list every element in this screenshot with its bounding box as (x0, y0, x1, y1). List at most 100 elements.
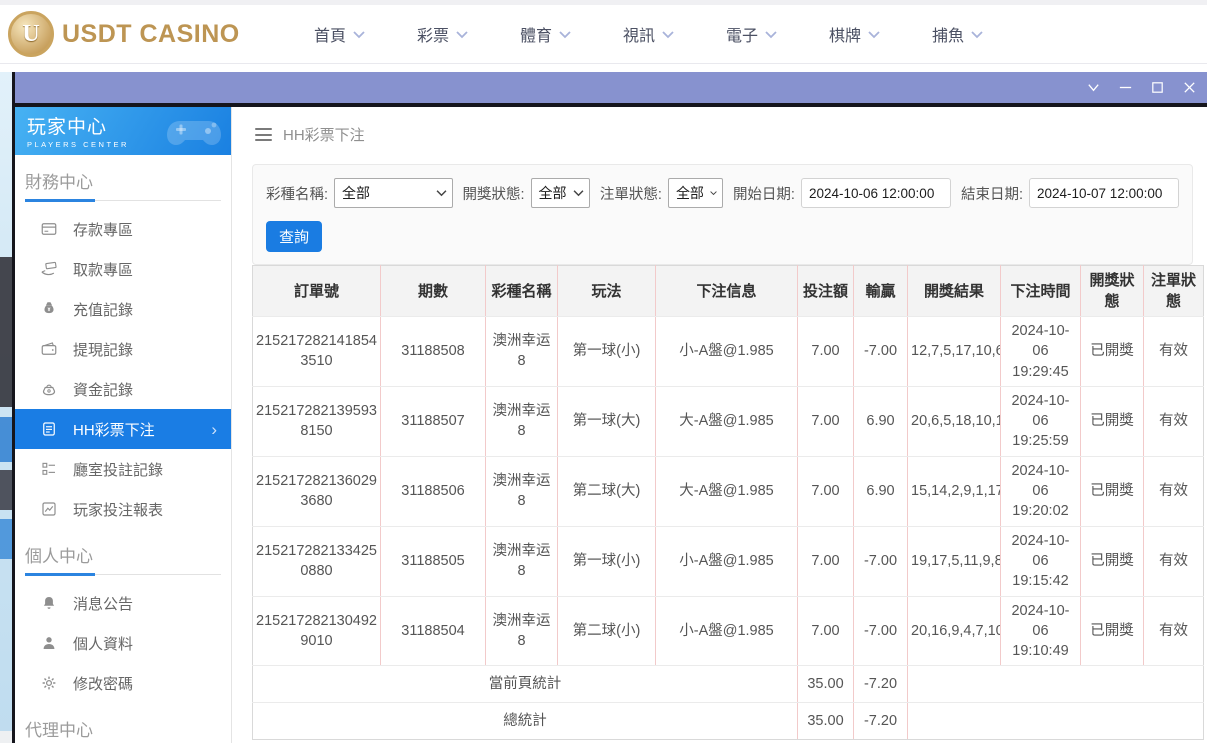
table-row: 2152172821304929010 31188504 澳洲幸运8 第二球(小… (252, 595, 1204, 667)
window-minimize-icon[interactable] (1118, 80, 1133, 95)
bets-table: 訂單號 期數 彩種名稱 玩法 下注信息 投注額 輸贏 開獎結果 下注時間 開獎狀… (252, 265, 1204, 741)
sidebar-item-label: 玩家投注報表 (73, 501, 164, 519)
cell-play-type: 第一球(大) (557, 385, 656, 457)
site-logo[interactable]: U USDT CASINO (8, 11, 260, 57)
summary-bet-total: 35.00 (797, 702, 854, 741)
cell-bet-info: 小-A盤@1.985 (655, 316, 798, 387)
window-dropdown-icon[interactable] (1086, 80, 1101, 95)
sidebar-item-announcements[interactable]: 消息公告 (15, 583, 231, 623)
order-status-select[interactable]: 全部 (667, 178, 723, 208)
window-maximize-icon[interactable] (1150, 80, 1165, 95)
cell-bet-info: 大-A盤@1.985 (655, 455, 798, 527)
sidebar-item-label: 充值記錄 (73, 301, 134, 319)
gamepad-icon (167, 121, 221, 145)
sidebar-item-deposit[interactable]: 存款專區 (15, 209, 231, 249)
sidebar-item-funds-record[interactable]: 資金記錄 (15, 369, 231, 409)
sidebar-item-label: 資金記錄 (73, 381, 134, 399)
start-date-input[interactable] (800, 178, 951, 208)
main-nav: 首頁 彩票 體育 視訊 電子 棋牌 捕魚 (288, 22, 1009, 46)
chevron-down-icon (710, 191, 717, 196)
nav-item-sports[interactable]: 體育 (494, 22, 597, 46)
logo-coin-icon: U (8, 11, 54, 57)
end-date-label: 結束日期: (960, 186, 1023, 203)
money-bag-icon (44, 302, 54, 314)
cell-order-no: 2152172821360293680 (252, 455, 381, 527)
cell-bet-time: 2024-10-06 19:20:02 (1000, 455, 1081, 527)
cell-bet-amount: 7.00 (797, 525, 854, 597)
site-top-bar: U USDT CASINO 首頁 彩票 體育 視訊 電子 棋牌 捕魚 (0, 0, 1207, 64)
nav-item-chess[interactable]: 棋牌 (803, 22, 906, 46)
summary-winloss-total: -7.20 (853, 665, 908, 704)
chevron-down-icon (559, 30, 571, 38)
table-header-row: 訂單號 期數 彩種名稱 玩法 下注信息 投注額 輸贏 開獎結果 下注時間 開獎狀… (252, 265, 1204, 317)
draw-status-label: 開獎狀態: (462, 186, 525, 203)
cell-bet-amount: 7.00 (797, 385, 854, 457)
cell-play-type: 第二球(小) (557, 595, 656, 667)
query-button[interactable]: 查詢 (266, 221, 323, 252)
sidebar-item-player-bet-report[interactable]: 玩家投注報表 (15, 489, 231, 529)
draw-status-select[interactable]: 全部 (530, 178, 590, 208)
sidebar-item-profile[interactable]: 個人資料 (15, 623, 231, 663)
wallet-icon (41, 342, 57, 355)
summary-empty (907, 702, 1204, 741)
cell-win-loss: -7.00 (853, 595, 908, 667)
cell-order-no: 2152172821418543510 (252, 316, 381, 387)
cell-draw-result: 15,14,2,9,1,17,5,7 (907, 455, 1001, 527)
nav-label: 視訊 (622, 28, 655, 45)
sidebar-item-label: 修改密碼 (73, 675, 134, 693)
filter-panel: 彩種名稱: 全部 開獎狀態: 全部 注單狀態: 全部 開始日期: 2024-10… (252, 164, 1193, 265)
sidebar-item-recharge-record[interactable]: 充值記錄 (15, 289, 231, 329)
background-shape (0, 519, 12, 559)
background-shape (0, 731, 12, 743)
cell-order-status: 有效 (1143, 595, 1204, 667)
logo-letter: U (22, 20, 40, 47)
summary-bet-total: 35.00 (797, 665, 854, 704)
sidebar-item-change-password[interactable]: 修改密碼 (15, 663, 231, 703)
sidebar-item-hh-lottery-bets[interactable]: HH彩票下注 › (15, 409, 231, 449)
chevron-down-icon (662, 30, 674, 38)
cell-play-type: 第一球(小) (557, 316, 656, 387)
cell-order-status: 有效 (1143, 525, 1204, 597)
logo-text: USDT CASINO (62, 19, 240, 48)
cell-bet-info: 大-A盤@1.985 (655, 385, 798, 457)
hand-money-icon (41, 261, 57, 276)
hamburger-icon[interactable] (255, 128, 272, 141)
sidebar-item-label: 消息公告 (73, 595, 134, 613)
window-close-icon[interactable] (1182, 80, 1197, 95)
finance-menu: 存款專區 取款專區 充值記錄 提現記錄 資金記錄 HH彩票下注 › 廳室投註記錄… (15, 205, 231, 529)
col-period: 期數 (380, 265, 486, 317)
sidebar-item-hall-bet-record[interactable]: 廳室投註記錄 (15, 449, 231, 489)
page-summary-row: 當前頁統計 35.00 -7.20 (252, 665, 1204, 704)
nav-label: 棋牌 (828, 28, 861, 45)
sidebar-item-label: 個人資料 (73, 635, 134, 653)
cell-play-type: 第一球(小) (557, 525, 656, 597)
cell-lottery-name: 澳洲幸运8 (485, 595, 558, 667)
nav-item-electronic[interactable]: 電子 (700, 22, 803, 46)
cell-win-loss: 6.90 (853, 455, 908, 527)
bell-icon (43, 597, 55, 609)
nav-item-home[interactable]: 首頁 (288, 22, 391, 46)
col-draw-result: 開獎結果 (907, 265, 1001, 317)
cell-order-no: 2152172821334250880 (252, 525, 381, 597)
nav-item-video[interactable]: 視訊 (597, 22, 700, 46)
gear-icon (42, 676, 56, 690)
purse-icon (42, 384, 56, 396)
nav-item-fishing[interactable]: 捕魚 (906, 22, 1009, 46)
col-order-status: 注單狀態 (1143, 265, 1204, 317)
col-bet-time: 下注時間 (1000, 265, 1081, 317)
nav-label: 電子 (725, 28, 758, 45)
start-date-label: 開始日期: (732, 186, 795, 203)
window-title-bar (15, 72, 1207, 103)
background-shape (0, 417, 12, 462)
nav-label: 首頁 (313, 28, 346, 45)
sidebar-item-withdrawal-record[interactable]: 提現記錄 (15, 329, 231, 369)
cell-lottery-name: 澳洲幸运8 (485, 525, 558, 597)
lottery-name-select[interactable]: 全部 (334, 178, 453, 208)
sidebar-item-withdraw[interactable]: 取款專區 (15, 249, 231, 289)
cell-draw-status: 已開獎 (1080, 595, 1144, 667)
end-date-input[interactable] (1029, 178, 1179, 208)
grand-summary-row: 總統計 35.00 -7.20 (252, 702, 1204, 741)
nav-item-lottery[interactable]: 彩票 (391, 22, 494, 46)
summary-empty (907, 665, 1204, 704)
section-underline (25, 199, 221, 202)
